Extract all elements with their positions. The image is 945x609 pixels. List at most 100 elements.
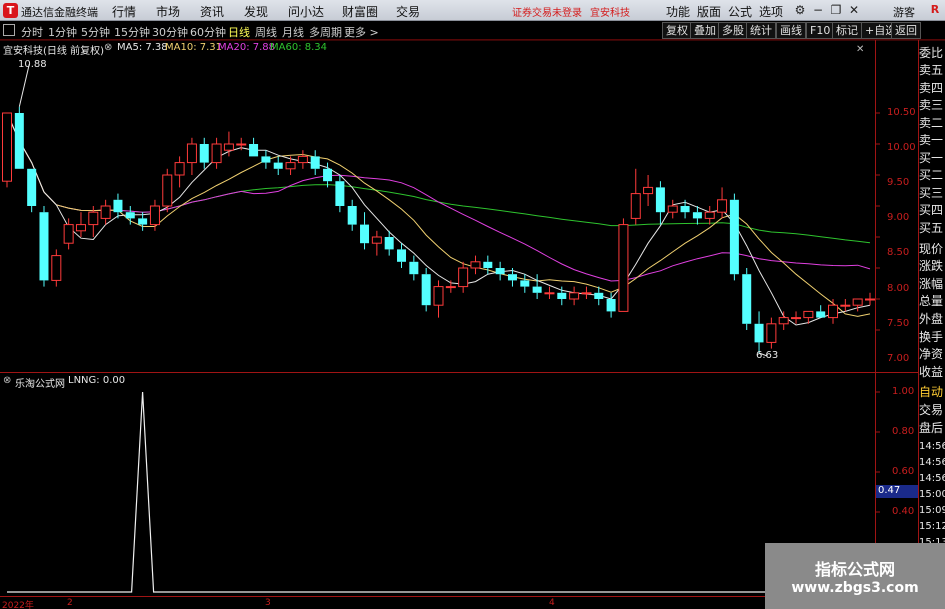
- quote-label-sell4: 卖四: [919, 81, 944, 95]
- candle-body: [594, 292, 604, 299]
- candle-body: [557, 292, 567, 299]
- candle: [174, 156, 185, 188]
- lnng-line: [7, 391, 870, 593]
- stock-chart[interactable]: [0, 0, 945, 609]
- chart-close-icon[interactable]: ✕: [856, 44, 864, 55]
- indicator-tick: 1.00: [892, 386, 915, 397]
- candle-body: [162, 174, 173, 207]
- candle-body: [261, 156, 271, 163]
- candle-body: [816, 311, 826, 318]
- candle: [249, 137, 259, 157]
- tick-time: 15:09: [919, 505, 945, 516]
- ma10-label: MA10: 7.31: [165, 42, 223, 53]
- candle: [100, 199, 111, 225]
- quote-label-netasset: 净资: [919, 347, 944, 361]
- candle-body: [729, 199, 739, 275]
- price-tick: 9.00: [887, 212, 910, 223]
- chart-title[interactable]: 宜安科技(日线 前复权): [3, 42, 104, 57]
- indicator-settings-icon[interactable]: ⊗: [3, 375, 11, 386]
- tick-time: 15:00: [919, 489, 945, 500]
- candle: [63, 218, 74, 250]
- candle: [754, 311, 764, 353]
- candle-body: [88, 211, 99, 226]
- candle-body: [371, 236, 382, 244]
- candle: [261, 150, 271, 169]
- candle-body: [581, 292, 592, 295]
- candle: [458, 261, 469, 293]
- candle: [2, 112, 12, 188]
- candle-body: [692, 212, 702, 219]
- quote-label-sell1: 卖一: [919, 133, 944, 147]
- watermark-url: www.zbgs3.com: [791, 580, 919, 596]
- candle-body: [174, 162, 185, 176]
- quote-label-sell5: 卖五: [919, 63, 944, 77]
- candle-body: [606, 299, 616, 312]
- candle: [211, 137, 222, 169]
- candle-body: [397, 249, 407, 262]
- site-watermark: 指标公式网 www.zbgs3.com: [765, 543, 945, 609]
- ma20-line: [6, 112, 871, 282]
- candle-body: [643, 186, 654, 195]
- candle: [186, 137, 197, 175]
- candle: [75, 212, 86, 237]
- candle: [606, 292, 616, 318]
- price-tick: 7.00: [887, 353, 910, 364]
- price-tick: 9.50: [887, 177, 910, 188]
- candle-body: [149, 205, 160, 226]
- candle: [729, 193, 739, 281]
- candle-body: [458, 267, 469, 288]
- price-tick: 10.00: [887, 142, 916, 153]
- candle-body: [347, 206, 357, 225]
- quote-label-weibi: 委比: [919, 46, 944, 60]
- candle: [371, 230, 382, 256]
- indicator-tick: 0.40: [892, 506, 915, 517]
- candle: [347, 199, 357, 231]
- candle-body: [236, 143, 247, 146]
- candle: [421, 268, 431, 312]
- candle: [360, 212, 370, 250]
- candle: [840, 299, 851, 312]
- candle: [544, 286, 555, 299]
- candle-body: [717, 199, 728, 213]
- indicator-title[interactable]: 乐淘公式网: [15, 375, 65, 390]
- candle: [297, 150, 308, 169]
- auto-tab[interactable]: 自动: [919, 385, 945, 399]
- candle-body: [14, 113, 24, 169]
- trade-tab[interactable]: 交易: [919, 403, 945, 417]
- candle-body: [335, 181, 345, 206]
- candle: [630, 168, 641, 225]
- watermark-title: 指标公式网: [814, 560, 895, 579]
- candle: [445, 280, 456, 293]
- candle: [397, 243, 407, 268]
- candle-body: [507, 274, 517, 281]
- candle: [335, 175, 345, 213]
- quote-label-price: 现价: [919, 242, 944, 256]
- price-markers: [18, 63, 768, 357]
- candle: [704, 206, 715, 225]
- candle: [828, 299, 839, 324]
- ma-settings-icon[interactable]: ⊗: [104, 42, 112, 53]
- candle-body: [199, 144, 209, 163]
- candle-body: [445, 286, 456, 289]
- candle-body: [360, 224, 370, 244]
- candle: [113, 193, 123, 219]
- candle-body: [544, 292, 555, 295]
- after-hours-tab[interactable]: 盘后: [919, 421, 945, 435]
- candle-body: [223, 143, 234, 151]
- candle-body: [310, 156, 320, 169]
- candle: [162, 168, 173, 213]
- candle-body: [655, 187, 665, 213]
- candle-body: [778, 317, 789, 325]
- candle-body: [865, 298, 875, 301]
- candle: [791, 311, 802, 324]
- tick-time: 14:56: [919, 473, 945, 484]
- candle-body: [791, 317, 802, 320]
- candle-body: [39, 212, 49, 281]
- quote-label-volume: 总量: [919, 294, 944, 308]
- candle: [495, 261, 505, 281]
- high-marker-line: [18, 63, 30, 107]
- candle: [27, 168, 37, 213]
- candle-body: [273, 162, 283, 169]
- date-tick-month: 2: [67, 598, 73, 608]
- tick-time: 15:12: [919, 521, 945, 532]
